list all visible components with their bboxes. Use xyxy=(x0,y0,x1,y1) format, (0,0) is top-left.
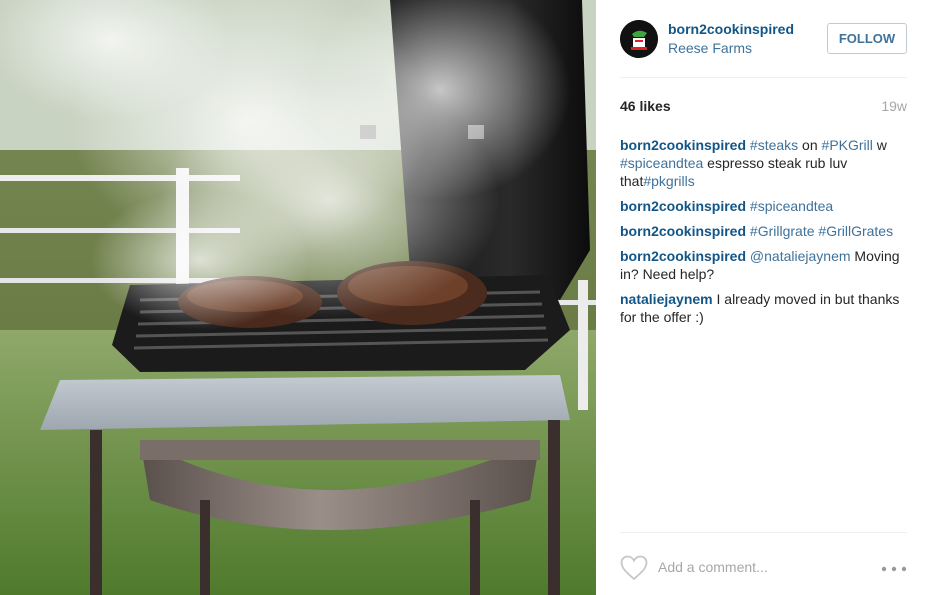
location-link[interactable]: Reese Farms xyxy=(668,40,752,56)
comment-item: born2cookinspired #Grillgrate #GrillGrat… xyxy=(620,222,907,240)
heart-outline-icon[interactable] xyxy=(620,555,648,581)
comment-hashtag-link[interactable]: #PKGrill xyxy=(822,137,873,153)
comment-item: born2cookinspired #spiceandtea xyxy=(620,197,907,215)
avatar[interactable] xyxy=(620,20,658,58)
avatar-image xyxy=(620,20,658,58)
comment-hashtag-link[interactable]: #spiceandtea xyxy=(620,155,703,171)
comment-text: on xyxy=(798,137,822,153)
likes-count[interactable]: 46 likes xyxy=(620,98,671,114)
comment-username[interactable]: born2cookinspired xyxy=(620,198,746,214)
more-options-icon[interactable] xyxy=(881,566,907,572)
comment-item: born2cookinspired #steaks on #PKGrill w … xyxy=(620,136,907,190)
stats-row: 46 likes 19w xyxy=(620,98,907,116)
comment-hashtag-link[interactable]: @nataliejaynem xyxy=(750,248,851,264)
comment-username[interactable]: born2cookinspired xyxy=(620,137,746,153)
comment-username[interactable]: born2cookinspired xyxy=(620,223,746,239)
follow-button[interactable]: FOLLOW xyxy=(827,23,907,54)
post-age[interactable]: 19w xyxy=(881,98,907,114)
comment-username[interactable]: nataliejaynem xyxy=(620,291,713,307)
comment-item: nataliejaynem I already moved in but tha… xyxy=(620,290,907,326)
comment-hashtag-link[interactable]: #GrillGrates xyxy=(818,223,893,239)
comment-text: w xyxy=(872,137,887,153)
comment-hashtag-link[interactable]: #spiceandtea xyxy=(750,198,833,214)
comment-hashtag-link[interactable]: #steaks xyxy=(750,137,798,153)
post-footer xyxy=(620,532,907,595)
post-photo[interactable] xyxy=(0,0,596,595)
comment-input[interactable] xyxy=(658,557,868,577)
comment-list: born2cookinspired #steaks on #PKGrill w … xyxy=(620,136,907,333)
post-photo-graphic xyxy=(0,0,596,595)
username[interactable]: born2cookinspired xyxy=(668,21,794,37)
comment-username[interactable]: born2cookinspired xyxy=(620,248,746,264)
post-header: born2cookinspired Reese Farms FOLLOW xyxy=(620,18,907,78)
post-details-panel: born2cookinspired Reese Farms FOLLOW 46 … xyxy=(596,0,928,595)
comment-hashtag-link[interactable]: #Grillgrate xyxy=(750,223,815,239)
comment-item: born2cookinspired @nataliejaynem Moving … xyxy=(620,247,907,283)
comment-hashtag-link[interactable]: #pkgrills xyxy=(643,173,694,189)
